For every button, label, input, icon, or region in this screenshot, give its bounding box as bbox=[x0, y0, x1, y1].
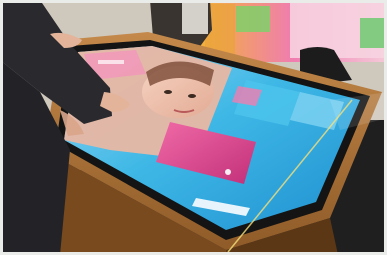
photo bbox=[0, 0, 387, 255]
background-display-panel bbox=[236, 6, 270, 32]
scene-drawing bbox=[0, 0, 387, 255]
